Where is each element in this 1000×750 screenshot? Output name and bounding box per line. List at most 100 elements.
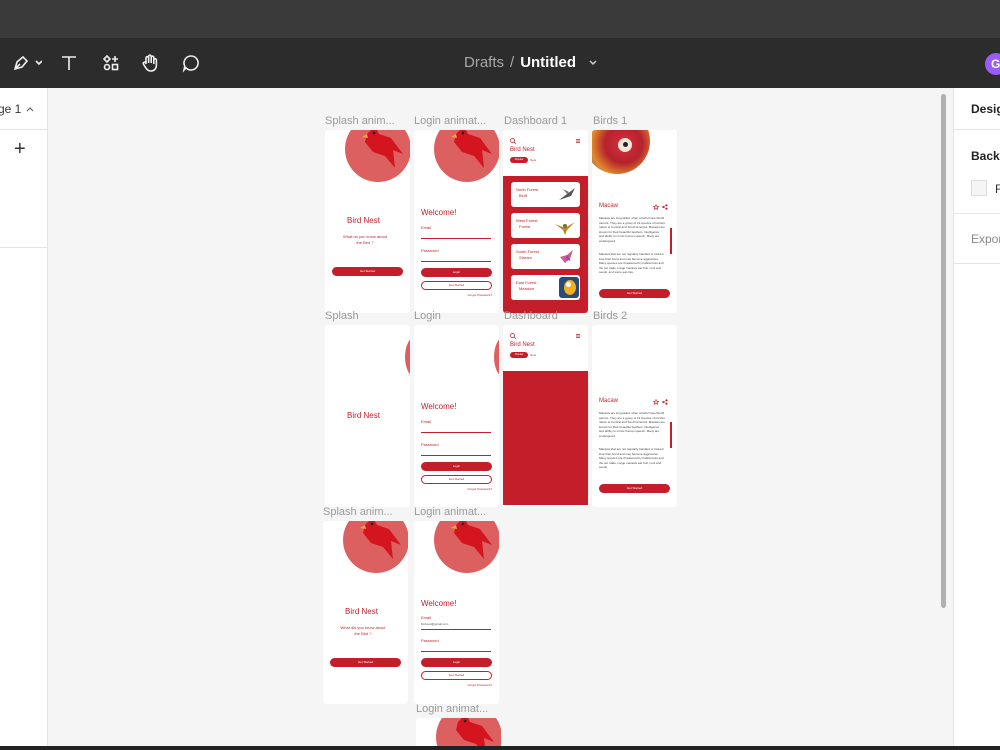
frame-label[interactable]: Birds 2 — [593, 310, 677, 322]
app-title: Bird Nest — [347, 411, 380, 420]
canvas-scrollbar[interactable] — [941, 94, 946, 608]
search-icon[interactable] — [510, 138, 516, 144]
login-button[interactable]: Login — [421, 462, 492, 471]
get-started-button[interactable]: Get Started — [599, 289, 670, 298]
frame-label[interactable]: Splash — [325, 310, 409, 322]
resources-icon — [102, 54, 119, 71]
cardinal-bird-icon — [451, 130, 492, 168]
password-field[interactable] — [421, 651, 491, 652]
forgot-password-link[interactable]: Forgot Password? — [454, 682, 492, 688]
email-value[interactable]: birdnest@gmail.com — [421, 621, 448, 627]
browser-top-strip — [0, 0, 1000, 38]
list-item[interactable]: East Forest Meadow — [511, 275, 580, 300]
frame-label[interactable]: Dashboard — [504, 310, 588, 322]
breadcrumb-drafts[interactable]: Drafts — [464, 54, 504, 71]
frame-splash-animation-1[interactable]: Bird Nest What do you know about the Bir… — [325, 130, 410, 313]
tab-new[interactable]: New — [530, 157, 536, 163]
email-field[interactable] — [421, 432, 491, 433]
star-icon[interactable] — [653, 399, 659, 405]
hand-tool-button[interactable] — [138, 50, 162, 76]
comment-button[interactable] — [180, 50, 202, 76]
frame-login[interactable]: Welcome! Email Password Login Get Starte… — [414, 325, 499, 507]
get-started-button[interactable]: Get Started — [599, 484, 670, 493]
menu-icon[interactable] — [575, 138, 581, 144]
get-started-button[interactable]: Get Started — [332, 267, 403, 276]
get-started-button[interactable]: Get Started — [421, 281, 492, 290]
frame-dashboard[interactable]: Bird Nest Popular New — [503, 325, 588, 507]
card-line2: Bluff — [519, 193, 527, 198]
password-field[interactable] — [421, 261, 491, 262]
avatar[interactable]: G — [985, 53, 1000, 75]
password-label: Password — [421, 442, 439, 447]
frame-label[interactable]: Birds 1 — [593, 115, 677, 127]
divider — [954, 129, 1000, 130]
left-panel: ge 1 + — [0, 88, 48, 750]
search-icon[interactable] — [510, 333, 516, 339]
frame-splash[interactable]: Bird Nest — [325, 325, 410, 507]
divider — [954, 213, 1000, 214]
chevron-down-icon[interactable] — [586, 58, 600, 68]
file-name[interactable]: Untitled — [520, 54, 576, 71]
tab-popular[interactable]: Popular — [510, 157, 528, 163]
frame-login-animation-1[interactable]: Welcome! Email Password Login Get Starte… — [414, 130, 499, 313]
frame-label[interactable]: Splash anim... — [325, 115, 409, 127]
list-item[interactable]: North Forest Bluff — [511, 182, 580, 207]
frame-label[interactable]: Login animat... — [416, 703, 500, 715]
canvas[interactable]: Splash anim... Bird Nest What do you kno… — [48, 88, 953, 750]
share-icon[interactable] — [662, 399, 668, 405]
subtitle-line2: the Bird ? — [354, 631, 372, 636]
login-button[interactable]: Login — [421, 658, 492, 667]
login-button[interactable]: Login — [421, 268, 492, 277]
email-label: Email — [421, 419, 432, 424]
frame-label[interactable]: Splash anim... — [323, 506, 407, 518]
tab-design[interactable]: Desig — [971, 102, 1000, 116]
password-field[interactable] — [421, 455, 491, 456]
dashboard-title: Bird Nest — [510, 147, 535, 153]
frame-splash-animation-2[interactable]: Bird Nest What did you know about the Bi… — [323, 521, 408, 704]
frame-login-animation-2[interactable]: Welcome! Email birdnest@gmail.com Passwo… — [414, 521, 499, 704]
forgot-password-link[interactable]: Forgot Password? — [454, 486, 492, 492]
share-icon[interactable] — [662, 204, 668, 210]
pen-tool-icon — [13, 55, 42, 71]
background-swatch[interactable] — [971, 180, 987, 196]
export-label[interactable]: Expor — [971, 232, 1000, 246]
get-started-button[interactable]: Get Started — [421, 475, 492, 484]
resources-button[interactable] — [100, 50, 122, 76]
description-paragraph-1: Macaws are long-tailed, often colorful N… — [599, 216, 665, 243]
tab-popular[interactable]: Popular — [510, 352, 528, 358]
page-selector[interactable]: ge 1 — [0, 102, 35, 116]
bird-image — [434, 521, 499, 573]
frame-birds-1[interactable]: Macaw Macaws are long-tailed, often colo… — [592, 130, 677, 313]
email-field[interactable] — [421, 629, 491, 630]
frame-label[interactable]: Dashboard 1 — [504, 115, 588, 127]
get-started-button[interactable]: Get Started — [330, 658, 401, 667]
star-icon[interactable] — [653, 204, 659, 210]
menu-icon[interactable] — [575, 333, 581, 339]
eagle-icon — [555, 222, 575, 235]
list-item[interactable]: South Forest Stream — [511, 244, 580, 269]
tab-new[interactable]: New — [530, 352, 536, 358]
list-item[interactable]: West Forest Forest — [511, 213, 580, 238]
divider — [0, 247, 48, 248]
frame-label[interactable]: Login — [414, 310, 498, 322]
frame-dashboard-1[interactable]: Bird Nest Popular New North Forest Bluff… — [503, 130, 588, 313]
macaw-thumbnail — [559, 277, 579, 298]
add-page-button[interactable]: + — [14, 138, 26, 161]
frame-label[interactable]: Login animat... — [414, 115, 498, 127]
welcome-heading: Welcome! — [421, 208, 457, 217]
frame-birds-2[interactable]: Macaw Macaws are long-tailed, often colo… — [592, 325, 677, 507]
email-field[interactable] — [421, 238, 491, 239]
bird-name: Macaw — [599, 203, 619, 209]
toolbar: Drafts / Untitled G — [0, 38, 1000, 88]
text-tool-button[interactable] — [58, 50, 80, 76]
email-label: Email — [421, 225, 432, 230]
forgot-password-link[interactable]: Forgot Password? — [454, 292, 492, 298]
welcome-heading: Welcome! — [421, 599, 457, 608]
fill-value[interactable]: F — [995, 182, 1000, 196]
frame-label[interactable]: Login animat... — [414, 506, 498, 518]
bird-image — [345, 130, 410, 182]
get-started-button[interactable]: Get Started — [421, 671, 492, 680]
pen-tool-button[interactable] — [10, 50, 44, 76]
description-paragraph-1: Macaws are long-tailed, often colorful N… — [599, 411, 665, 438]
description-paragraph-2: Macaws that are not regularly handled or… — [599, 447, 664, 470]
